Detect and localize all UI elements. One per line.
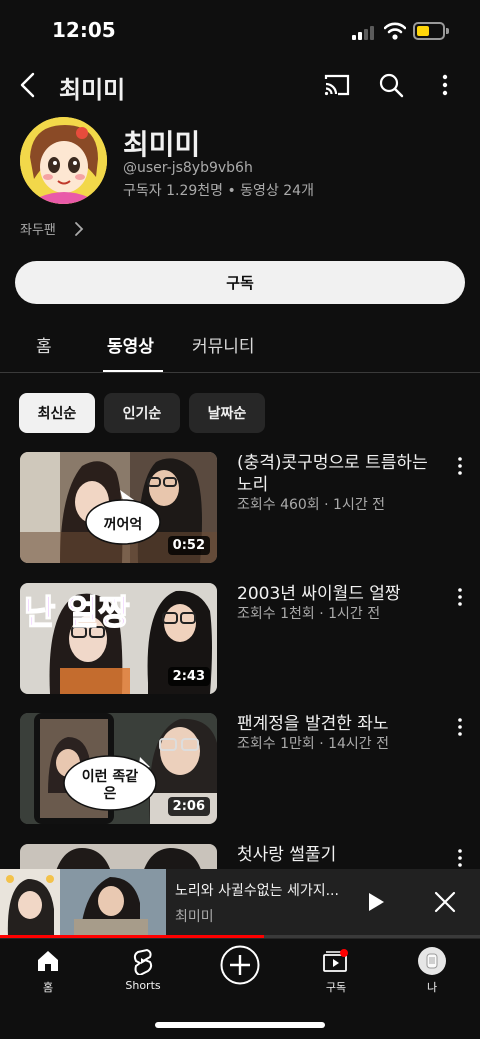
play-icon[interactable] [366, 891, 386, 913]
mini-player-thumbnail[interactable] [0, 869, 166, 937]
channel-link[interactable]: 좌두팬 [20, 219, 56, 238]
shorts-icon [133, 948, 153, 975]
thumbnail-caption: 꺼어억 [103, 517, 143, 533]
video-title[interactable]: (충격)콧구멍으로 트름하는 노리 [237, 452, 447, 496]
channel-handle: @user-js8yb9vb6h [123, 160, 253, 176]
search-icon[interactable] [378, 72, 404, 98]
video-title[interactable]: 팬계정을 발견한 좌노 [237, 713, 447, 735]
chevron-right-icon[interactable] [73, 221, 85, 237]
video-meta: 조회수 460회 · 1시간 전 [237, 497, 386, 513]
subscriptions-icon [323, 949, 348, 972]
thumbnail-caption: 이런 족같은 [81, 769, 139, 802]
create-icon [220, 945, 260, 985]
channel-avatar[interactable] [20, 117, 107, 204]
status-time: 12:05 [52, 18, 116, 42]
nav-home[interactable]: 홈 [8, 939, 88, 999]
active-tab-indicator [103, 370, 163, 372]
top-bar: 최미미 [0, 60, 480, 110]
thumbnail-caption: 난 얼짱 [23, 592, 130, 634]
cellular-signal-icon [352, 26, 376, 40]
channel-tabs: 홈 동영상 커뮤니티 [0, 318, 480, 373]
page-title: 최미미 [59, 76, 126, 104]
channel-name: 최미미 [123, 128, 201, 161]
video-meta: 조회수 1만회 · 14시간 전 [237, 736, 390, 752]
nav-subscriptions[interactable]: 구독 [296, 939, 376, 999]
video-meta: 조회수 1천회 · 1시간 전 [237, 606, 381, 622]
cast-icon[interactable] [323, 72, 351, 98]
close-icon[interactable] [433, 890, 457, 914]
nav-label: 구독 [325, 981, 347, 994]
nav-label: Shorts [125, 979, 161, 992]
tab-videos[interactable]: 동영상 [107, 332, 154, 357]
video-duration: 2:06 [167, 797, 210, 816]
video-more-icon[interactable] [452, 848, 468, 868]
back-arrow-icon[interactable] [16, 72, 42, 98]
video-thumbnail[interactable]: 꺼어억 0:52 [20, 452, 217, 563]
mini-player[interactable]: 노리와 사귈수없는 세가지... 최미미 [0, 869, 480, 937]
channel-stats: 구독자 1.29천명 • 동영상 24개 [123, 183, 314, 199]
video-more-icon[interactable] [452, 587, 468, 607]
video-title[interactable]: 2003년 싸이월드 얼짱 [237, 583, 447, 605]
chip-oldest[interactable]: 날짜순 [189, 393, 265, 433]
chip-latest[interactable]: 최신순 [19, 393, 95, 433]
battery-icon [413, 22, 449, 40]
home-icon [38, 951, 58, 971]
nav-you[interactable]: 나 [392, 939, 472, 999]
nav-shorts[interactable]: Shorts [103, 939, 183, 999]
chip-popular[interactable]: 인기순 [104, 393, 180, 433]
video-title[interactable]: 첫사랑 썰풀기 [237, 844, 447, 866]
nav-create[interactable] [200, 939, 280, 999]
video-duration: 2:43 [167, 667, 210, 686]
video-item[interactable]: 난 얼짱 2:43 2003년 싸이월드 얼짱 조회수 1천회 · 1시간 전 [0, 583, 480, 695]
profile-avatar [418, 947, 446, 975]
more-vert-icon[interactable] [436, 72, 454, 98]
video-duration: 0:52 [167, 536, 210, 555]
tab-community[interactable]: 커뮤니티 [192, 332, 255, 357]
home-indicator [155, 1022, 325, 1028]
nav-label: 나 [426, 981, 438, 994]
tab-home[interactable]: 홈 [36, 332, 52, 357]
video-item[interactable]: 이런 족같은 2:06 팬계정을 발견한 좌노 조회수 1만회 · 14시간 전 [0, 713, 480, 825]
video-more-icon[interactable] [452, 456, 468, 476]
nav-label: 홈 [42, 981, 54, 994]
wifi-icon [384, 22, 406, 40]
video-thumbnail[interactable]: 이런 족같은 2:06 [20, 713, 217, 824]
video-item[interactable]: 꺼어억 0:52 (충격)콧구멍으로 트름하는 노리 조회수 460회 · 1시… [0, 452, 480, 564]
status-bar: 12:05 [0, 0, 480, 60]
mini-player-channel: 최미미 [175, 909, 214, 925]
mini-player-title[interactable]: 노리와 사귈수없는 세가지... [175, 880, 355, 900]
subscribe-button[interactable]: 구독 [15, 261, 465, 304]
video-thumbnail[interactable]: 난 얼짱 2:43 [20, 583, 217, 694]
video-more-icon[interactable] [452, 717, 468, 737]
